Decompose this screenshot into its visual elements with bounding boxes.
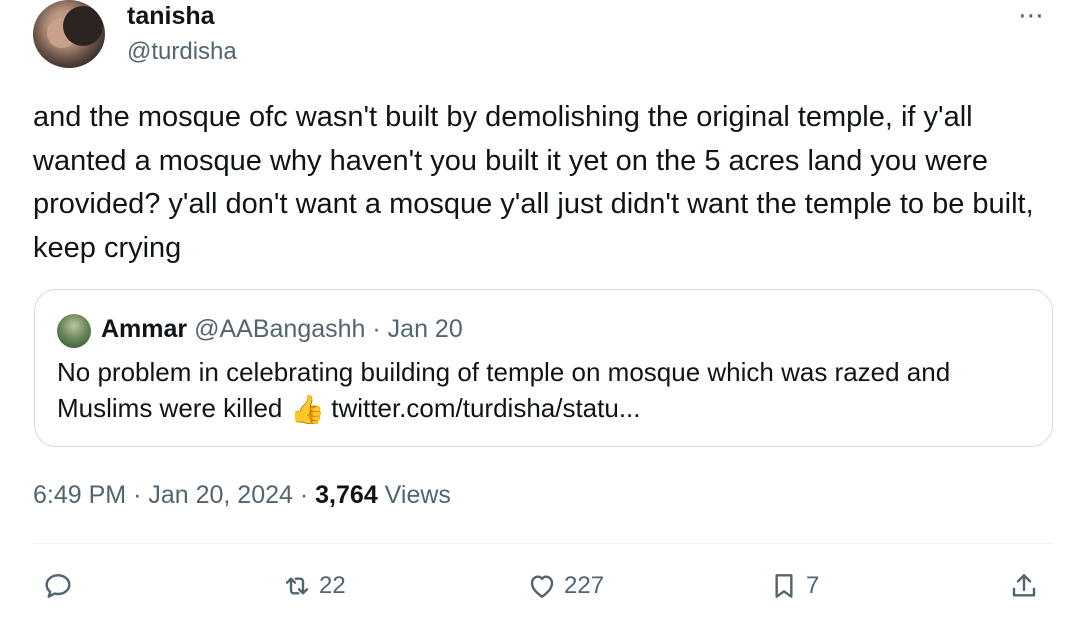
bookmark-icon [775, 574, 793, 598]
author-handle[interactable]: @turdisha [127, 38, 237, 66]
views-count: 3,764 [315, 481, 378, 509]
bookmark-button[interactable]: 7 [768, 566, 819, 606]
quote-link[interactable]: twitter.com/turdisha/statu... [331, 393, 640, 423]
quoted-tweet[interactable]: Ammar @AABangashh · Jan 20 No problem in… [34, 289, 1053, 447]
thumbs-up-emoji-icon: 👍 [290, 394, 326, 425]
tweet-time[interactable]: 6:49 PM [33, 481, 126, 509]
like-button[interactable]: 227 [526, 566, 604, 606]
action-divider [33, 543, 1053, 544]
quote-separator: · [372, 315, 381, 343]
retweet-icon [285, 577, 309, 595]
meta-separator: · [133, 481, 142, 509]
views-label: Views [384, 481, 451, 509]
quote-date[interactable]: Jan 20 [388, 315, 463, 343]
share-button[interactable] [1008, 566, 1040, 606]
quote-text: No problem in celebrating building of te… [57, 354, 1047, 428]
tweet-date[interactable]: Jan 20, 2024 [148, 481, 293, 509]
quote-author-name[interactable]: Ammar [101, 315, 187, 343]
reply-icon [45, 574, 71, 598]
like-count: 227 [564, 572, 605, 599]
avatar-hair [63, 6, 103, 46]
reply-button[interactable] [42, 566, 74, 606]
quote-avatar[interactable] [57, 314, 91, 348]
more-options-icon[interactable]: ⋯ [1018, 0, 1045, 31]
heart-icon [530, 575, 554, 598]
meta-separator: · [299, 481, 309, 509]
tweet-meta: 6:49 PM · Jan 20, 2024 · 3,764 Views [33, 481, 451, 510]
retweet-button[interactable]: 22 [281, 566, 346, 606]
share-icon [1012, 574, 1036, 597]
retweet-count: 22 [319, 572, 346, 599]
quote-header: Ammar @AABangashh · Jan 20 [101, 315, 463, 344]
author-name[interactable]: tanisha [127, 2, 215, 31]
bookmark-count: 7 [806, 572, 820, 599]
author-avatar[interactable] [33, 0, 105, 68]
quote-author-handle[interactable]: @AABangashh [194, 315, 365, 343]
tweet-text: and the mosque ofc wasn't built by demol… [33, 101, 1042, 264]
